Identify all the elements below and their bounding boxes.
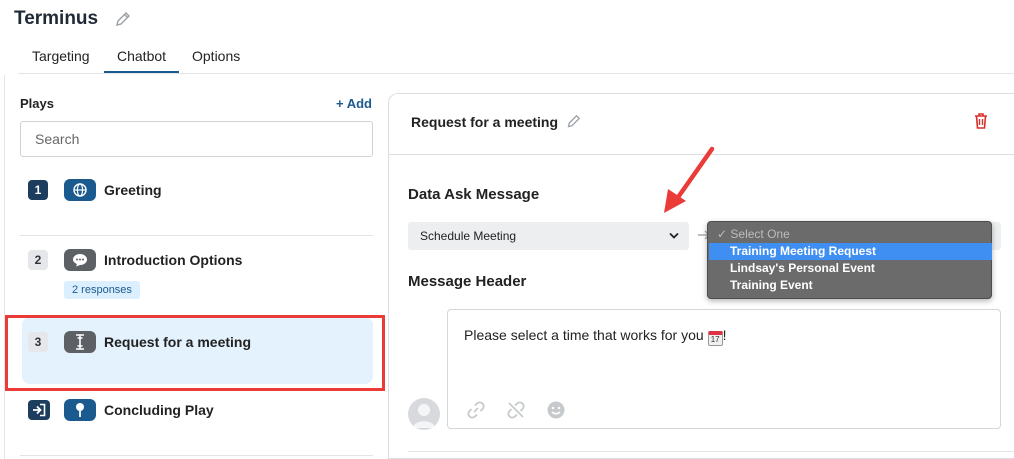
pin-icon — [64, 399, 96, 421]
chevron-down-icon — [669, 232, 679, 239]
chat-bubble-icon — [64, 249, 96, 271]
message-text: Please select a time that works for you 1… — [464, 327, 727, 346]
page-title: Terminus — [14, 8, 99, 29]
divider — [20, 235, 373, 236]
responses-badge: 2 responses — [64, 281, 140, 299]
link-icon[interactable] — [466, 400, 486, 420]
plays-panel: Plays + Add 1 Greeting 2 Introduction Op… — [4, 75, 386, 459]
play-number: 1 — [28, 180, 48, 200]
play-item-greeting[interactable]: 1 Greeting — [20, 178, 373, 208]
dropdown-option-training-meeting-request[interactable]: Training Meeting Request — [709, 243, 992, 260]
add-play-button[interactable]: + Add — [336, 96, 372, 111]
message-header-label: Message Header — [408, 273, 527, 290]
plays-label: Plays — [20, 96, 54, 111]
data-ask-label: Data Ask Message — [408, 186, 540, 203]
play-name: Introduction Options — [104, 252, 243, 268]
globe-icon — [64, 179, 96, 201]
message-editor[interactable]: Please select a time that works for you 1… — [447, 309, 1001, 429]
play-name: Concluding Play — [104, 402, 214, 418]
search-input[interactable] — [20, 121, 373, 157]
tab-bar: Targeting Chatbot Options — [18, 46, 1014, 74]
play-name: Request for a meeting — [104, 334, 252, 350]
emoji-icon[interactable] — [546, 400, 566, 420]
dropdown-option-lindsays-personal-event[interactable]: Lindsay's Personal Event — [709, 260, 992, 277]
dropdown-placeholder[interactable]: ✓ Select One — [709, 226, 992, 243]
play-item-concluding-play[interactable]: Concluding Play — [20, 398, 373, 428]
mapping-dropdown-list: ✓ Select One Training Meeting Request Li… — [707, 221, 992, 299]
unlink-icon[interactable] — [506, 400, 526, 420]
editor-title: Request for a meeting — [411, 114, 559, 130]
annotation-arrow-icon — [664, 146, 715, 213]
data-ask-value: Schedule Meeting — [420, 229, 517, 243]
active-tab-indicator — [104, 71, 179, 73]
play-number: 3 — [28, 332, 48, 352]
pencil-icon[interactable] — [114, 10, 132, 28]
pencil-icon[interactable] — [566, 113, 582, 129]
text-cursor-icon — [64, 331, 96, 353]
dropdown-option-training-event[interactable]: Training Event — [709, 277, 992, 294]
play-number: 2 — [28, 250, 48, 270]
tab-options[interactable]: Options — [192, 48, 240, 64]
tab-targeting[interactable]: Targeting — [32, 48, 90, 64]
avatar — [408, 398, 440, 430]
play-name: Greeting — [104, 182, 162, 198]
trash-icon[interactable] — [973, 112, 989, 130]
tab-chatbot[interactable]: Chatbot — [117, 48, 166, 64]
exit-icon — [28, 400, 50, 420]
divider — [20, 455, 373, 456]
divider — [408, 451, 1014, 452]
play-item-request-for-a-meeting[interactable]: 3 Request for a meeting — [20, 330, 373, 360]
calendar-emoji-icon: 17 — [707, 331, 723, 346]
play-item-introduction-options[interactable]: 2 Introduction Options 2 responses — [20, 248, 373, 300]
data-ask-select[interactable]: Schedule Meeting — [408, 222, 689, 250]
